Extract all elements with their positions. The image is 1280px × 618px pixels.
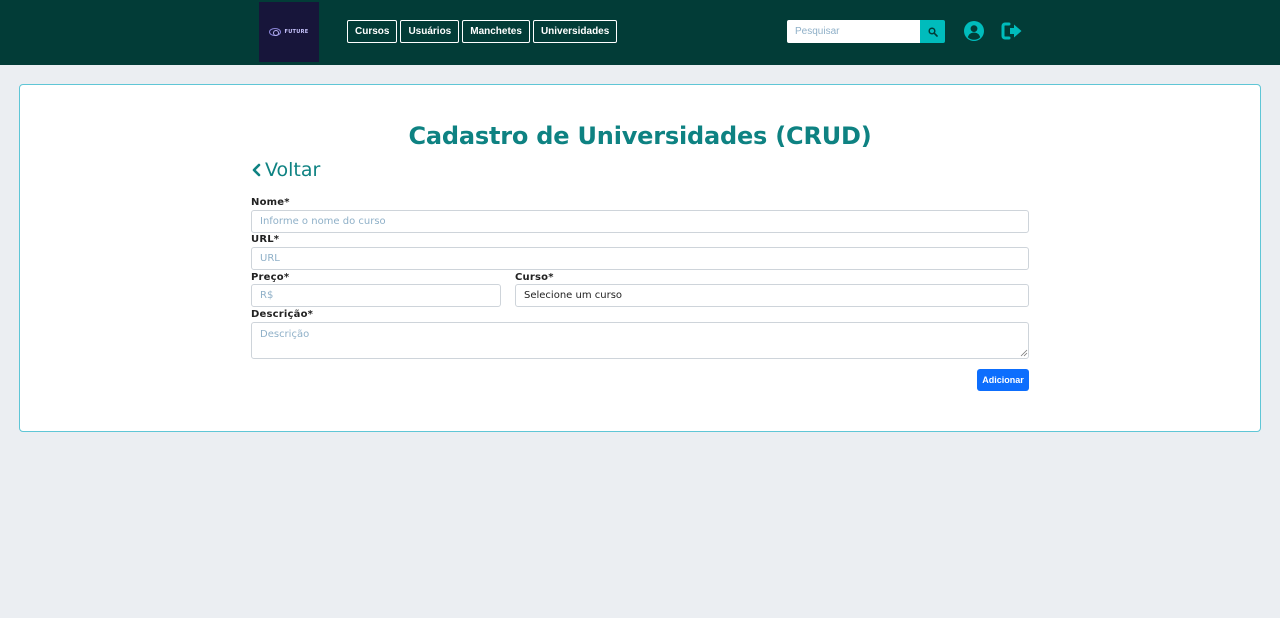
resize-grip-icon[interactable] [1020,349,1028,357]
nome-label: Nome* [251,197,290,208]
nav-button-manchetes[interactable]: Manchetes [462,20,530,43]
back-link-label: Voltar [265,159,321,181]
nav-button-universidades[interactable]: Universidades [532,20,618,43]
nav-button-usuarios[interactable]: Usuários [400,20,460,43]
logo-inner: FUTURE [269,28,308,36]
nav-button-cursos[interactable]: Cursos [347,20,398,43]
user-circle-icon[interactable] [964,21,984,41]
logo-text: FUTURE [284,28,309,35]
search-input[interactable] [787,20,920,43]
search-button[interactable] [920,20,945,43]
curso-select-value: Selecione um curso [524,290,623,301]
sign-out-icon[interactable] [1001,21,1023,41]
url-label: URL* [251,234,280,245]
page-title: Cadastro de Universidades (CRUD) [408,122,872,150]
top-navbar: FUTURE Cursos Usuários Manchetes Univers… [0,0,1280,65]
nome-input[interactable] [251,210,1029,233]
nav-links: Cursos Usuários Manchetes Universidades [347,20,618,43]
logo-mark-icon [269,28,282,36]
descricao-label: Descrição* [251,309,314,320]
back-link[interactable]: Voltar [251,159,320,181]
curso-label: Curso* [515,272,554,283]
preco-input[interactable] [251,284,501,307]
logo[interactable]: FUTURE [259,2,319,62]
descricao-textarea[interactable] [251,322,1029,359]
search-icon [927,26,938,37]
curso-select[interactable]: Selecione um curso [515,284,1029,307]
preco-label: Preço* [251,272,290,283]
search-bar [787,20,945,43]
adicionar-button[interactable]: Adicionar [977,369,1029,391]
url-input[interactable] [251,247,1029,270]
chevron-left-icon [252,163,261,177]
